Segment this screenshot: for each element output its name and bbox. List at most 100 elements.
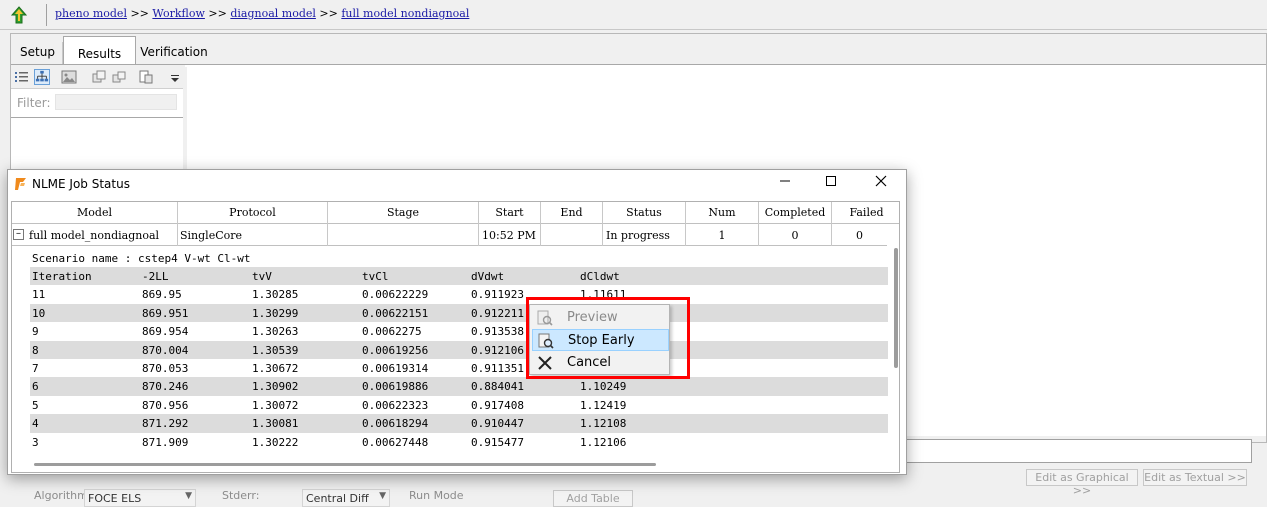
menu-item-cancel[interactable]: Cancel <box>532 352 669 374</box>
cell: 0.913538 <box>471 325 524 339</box>
iteration-col-header: tvCl <box>362 270 389 283</box>
chevron-down-icon: ▼ <box>185 491 192 501</box>
context-menu: Preview Stop Early Cancel <box>529 304 670 375</box>
breadcrumb-diagnoal-model[interactable]: diagnoal model <box>230 7 316 20</box>
job-failed: 0 <box>856 229 863 242</box>
iteration-header-row: Iteration -2LL tvV tvCl dVdwt dCldwt <box>30 267 888 286</box>
tab-setup[interactable]: Setup <box>13 42 63 64</box>
column-header-protocol[interactable]: Protocol <box>178 202 328 224</box>
horizontal-scrollbar[interactable] <box>34 463 656 466</box>
cell: 6 <box>32 380 39 394</box>
cell: 869.954 <box>142 325 189 339</box>
cell: 5 <box>32 398 39 412</box>
stderr-label: Stderr: <box>222 489 260 502</box>
stderr-value: Central Diff <box>306 492 369 505</box>
job-num: 1 <box>686 224 759 246</box>
bottom-text-field[interactable] <box>905 439 1252 463</box>
column-header-completed[interactable]: Completed <box>759 202 832 224</box>
column-header-stage[interactable]: Stage <box>328 202 479 224</box>
column-header-num[interactable]: Num <box>686 202 759 224</box>
minimize-icon <box>780 180 790 182</box>
cell: 1.30285 <box>252 288 299 302</box>
maximize-icon <box>826 176 836 186</box>
cell: 0.910447 <box>471 417 524 431</box>
menu-item-stop-early[interactable]: Stop Early <box>532 329 669 351</box>
cell: 869.95 <box>142 288 182 302</box>
cell: 870.956 <box>142 398 189 412</box>
grid-header: Model Protocol Stage Start End Status Nu… <box>12 202 899 224</box>
breadcrumb-full-model[interactable]: full model nondiagnoal <box>341 7 469 20</box>
column-header-start[interactable]: Start <box>479 202 541 224</box>
edit-as-graphical-button[interactable]: Edit as Graphical >> <box>1026 469 1138 497</box>
cell: 10 <box>32 306 46 320</box>
cell: 7 <box>32 361 39 375</box>
breadcrumb-separator: >> <box>319 7 338 20</box>
edit-as-textual-button[interactable]: Edit as Textual >> <box>1143 469 1247 486</box>
panel-toolbar <box>11 65 185 89</box>
filter-input[interactable] <box>55 94 177 110</box>
cell: 1.30672 <box>252 361 299 375</box>
cell: 0.00622323 <box>362 398 429 412</box>
list-view-icon[interactable] <box>14 69 30 85</box>
iteration-row: 8 870.004 1.30539 0.00619256 0.912106 <box>30 340 888 359</box>
cancel-x-icon <box>538 356 552 370</box>
iteration-row: 6 870.246 1.30902 0.00619886 0.884041 1.10249 <box>30 377 888 396</box>
cell: 0.00622151 <box>362 306 429 320</box>
cell: 0.00619314 <box>362 361 429 375</box>
job-status-window: NLME Job Status Model Protocol Stage Sta… <box>7 169 907 475</box>
cell: 8 <box>32 343 39 357</box>
job-row[interactable]: – full model_nondiagnoal SingleCore 10:5… <box>12 224 887 246</box>
cell: 1.30072 <box>252 398 299 412</box>
job-completed: 0 <box>759 224 832 246</box>
image-view-icon[interactable] <box>61 69 77 85</box>
column-header-failed[interactable]: Failed <box>832 202 899 224</box>
algorithm-select[interactable]: FOCE ELS ▼ <box>84 489 196 507</box>
menu-item-preview[interactable]: Preview <box>532 307 669 329</box>
column-header-model[interactable]: Model <box>12 202 178 224</box>
cell: 1.30081 <box>252 417 299 431</box>
vertical-scrollbar[interactable] <box>894 248 898 368</box>
cell: 0.0062275 <box>362 325 422 339</box>
cell: 0.00619256 <box>362 343 429 357</box>
tab-results[interactable]: Results <box>63 36 136 65</box>
job-stage <box>328 224 479 246</box>
breadcrumb-pheno-model[interactable]: pheno model <box>55 7 127 20</box>
window-titlebar[interactable]: NLME Job Status <box>8 170 906 198</box>
stderr-select[interactable]: Central Diff ▼ <box>302 489 390 507</box>
cell: 1.30539 <box>252 343 299 357</box>
filter-row: Filter: <box>11 91 185 113</box>
up-arrow-icon[interactable] <box>10 6 28 24</box>
duplicate-icon[interactable] <box>111 69 127 85</box>
breadcrumb: pheno model >> Workflow >> diagnoal mode… <box>55 7 469 20</box>
job-protocol: SingleCore <box>178 224 328 246</box>
cell: 9 <box>32 325 39 339</box>
iteration-col-header: -2LL <box>142 270 169 283</box>
add-table-button[interactable]: Add Table <box>553 490 633 507</box>
cell: 1.12108 <box>580 417 627 431</box>
minimize-button[interactable] <box>762 172 808 196</box>
export-icon[interactable] <box>138 69 154 85</box>
column-header-end[interactable]: End <box>541 202 603 224</box>
close-button[interactable] <box>858 172 904 196</box>
breadcrumb-separator: >> <box>208 7 227 20</box>
copy-icon[interactable] <box>91 69 107 85</box>
divider <box>46 4 47 26</box>
chevron-down-icon: ▼ <box>379 491 386 501</box>
job-status: In progress <box>603 224 686 246</box>
cell: 0.00622229 <box>362 288 429 302</box>
breadcrumb-workflow[interactable]: Workflow <box>152 7 204 20</box>
menu-label: Cancel <box>567 355 612 370</box>
cell: 4 <box>32 417 39 431</box>
job-end <box>541 224 603 246</box>
scenario-name: Scenario name : cstep4 V-wt Cl-wt <box>32 252 251 265</box>
column-header-status[interactable]: Status <box>603 202 686 224</box>
iteration-col-header: dVdwt <box>471 270 505 283</box>
tab-verification[interactable]: Verification <box>136 42 212 64</box>
preview-icon <box>537 310 553 326</box>
tree-view-icon[interactable] <box>34 69 50 85</box>
iteration-col-header: Iteration <box>32 270 92 283</box>
breadcrumb-separator: >> <box>130 7 149 20</box>
iteration-row: 5 870.956 1.30072 0.00622323 0.917408 1.12419 <box>30 396 888 414</box>
maximize-button[interactable] <box>808 172 854 196</box>
dropdown-arrow-icon[interactable] <box>169 69 181 85</box>
